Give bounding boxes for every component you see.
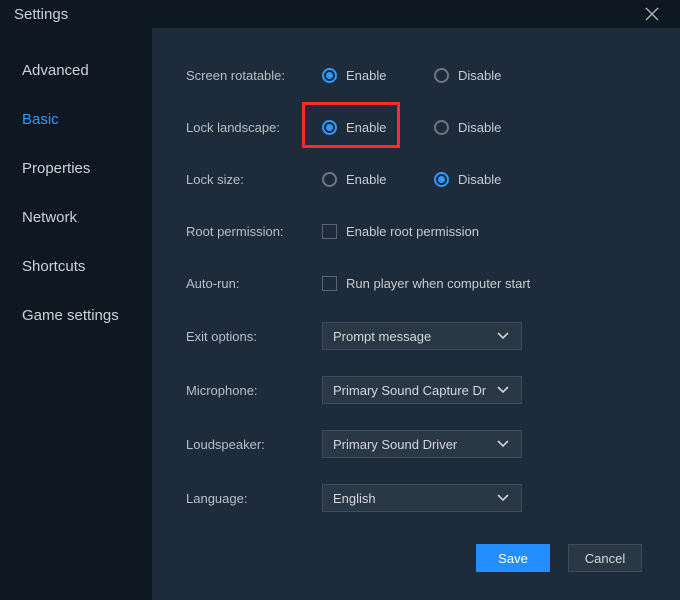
- radio-icon: [434, 68, 449, 83]
- row-language: Language: English: [186, 484, 652, 512]
- radio-screen-rotatable-disable[interactable]: Disable: [434, 68, 546, 83]
- radio-label: Disable: [458, 172, 501, 187]
- select-value: Primary Sound Driver: [333, 437, 493, 452]
- select-loudspeaker[interactable]: Primary Sound Driver: [322, 430, 522, 458]
- row-root-permission: Root permission: Enable root permission: [186, 218, 652, 244]
- sidebar-item-properties[interactable]: Properties: [0, 144, 152, 193]
- save-button[interactable]: Save: [476, 544, 550, 572]
- row-lock-size: Lock size: Enable Disable: [186, 166, 652, 192]
- sidebar: Advanced Basic Properties Network Shortc…: [0, 28, 152, 600]
- chevron-down-icon: [493, 494, 513, 502]
- sidebar-item-network[interactable]: Network: [0, 193, 152, 242]
- sidebar-item-label: Network: [22, 209, 77, 226]
- radio-icon: [322, 120, 337, 135]
- checkbox-label: Enable root permission: [346, 224, 479, 239]
- checkbox-auto-run[interactable]: [322, 276, 337, 291]
- footer: Save Cancel: [186, 538, 652, 586]
- sidebar-item-label: Game settings: [22, 307, 119, 324]
- select-exit-options[interactable]: Prompt message: [322, 322, 522, 350]
- close-icon[interactable]: [638, 0, 666, 28]
- sidebar-item-label: Advanced: [22, 62, 89, 79]
- radio-lock-landscape-disable[interactable]: Disable: [434, 120, 546, 135]
- radio-label: Enable: [346, 120, 386, 135]
- radio-label: Disable: [458, 120, 501, 135]
- cancel-button[interactable]: Cancel: [568, 544, 642, 572]
- radio-lock-landscape-enable[interactable]: Enable: [322, 120, 434, 135]
- radio-icon: [322, 172, 337, 187]
- sidebar-item-label: Properties: [22, 160, 90, 177]
- label-language: Language:: [186, 491, 322, 506]
- row-lock-landscape: Lock landscape: Enable Disable: [186, 114, 652, 140]
- button-label: Save: [498, 551, 528, 566]
- row-auto-run: Auto-run: Run player when computer start: [186, 270, 652, 296]
- sidebar-item-basic[interactable]: Basic: [0, 95, 152, 144]
- select-value: English: [333, 491, 493, 506]
- sidebar-item-game-settings[interactable]: Game settings: [0, 291, 152, 340]
- select-microphone[interactable]: Primary Sound Capture Dr: [322, 376, 522, 404]
- label-exit-options: Exit options:: [186, 329, 322, 344]
- radio-label: Enable: [346, 68, 386, 83]
- label-auto-run: Auto-run:: [186, 276, 322, 291]
- radio-icon: [322, 68, 337, 83]
- label-lock-size: Lock size:: [186, 172, 322, 187]
- checkbox-root-permission[interactable]: [322, 224, 337, 239]
- sidebar-item-label: Shortcuts: [22, 258, 85, 275]
- select-value: Prompt message: [333, 329, 493, 344]
- radio-label: Enable: [346, 172, 386, 187]
- radio-label: Disable: [458, 68, 501, 83]
- chevron-down-icon: [493, 440, 513, 448]
- select-language[interactable]: English: [322, 484, 522, 512]
- row-microphone: Microphone: Primary Sound Capture Dr: [186, 376, 652, 404]
- label-loudspeaker: Loudspeaker:: [186, 437, 322, 452]
- label-screen-rotatable: Screen rotatable:: [186, 68, 322, 83]
- radio-icon: [434, 120, 449, 135]
- sidebar-item-label: Basic: [22, 111, 59, 128]
- window-title: Settings: [14, 6, 68, 23]
- label-microphone: Microphone:: [186, 383, 322, 398]
- radio-screen-rotatable-enable[interactable]: Enable: [322, 68, 434, 83]
- settings-panel: Screen rotatable: Enable Disable Lock l: [152, 28, 680, 600]
- select-value: Primary Sound Capture Dr: [333, 383, 493, 398]
- label-root-permission: Root permission:: [186, 224, 322, 239]
- radio-lock-size-enable[interactable]: Enable: [322, 172, 434, 187]
- button-label: Cancel: [585, 551, 625, 566]
- checkbox-label: Run player when computer start: [346, 276, 530, 291]
- row-screen-rotatable: Screen rotatable: Enable Disable: [186, 62, 652, 88]
- row-exit-options: Exit options: Prompt message: [186, 322, 652, 350]
- titlebar: Settings: [0, 0, 680, 28]
- chevron-down-icon: [493, 332, 513, 340]
- radio-icon: [434, 172, 449, 187]
- chevron-down-icon: [493, 386, 513, 394]
- row-loudspeaker: Loudspeaker: Primary Sound Driver: [186, 430, 652, 458]
- sidebar-item-shortcuts[interactable]: Shortcuts: [0, 242, 152, 291]
- radio-lock-size-disable[interactable]: Disable: [434, 172, 546, 187]
- sidebar-item-advanced[interactable]: Advanced: [0, 46, 152, 95]
- label-lock-landscape: Lock landscape:: [186, 120, 322, 135]
